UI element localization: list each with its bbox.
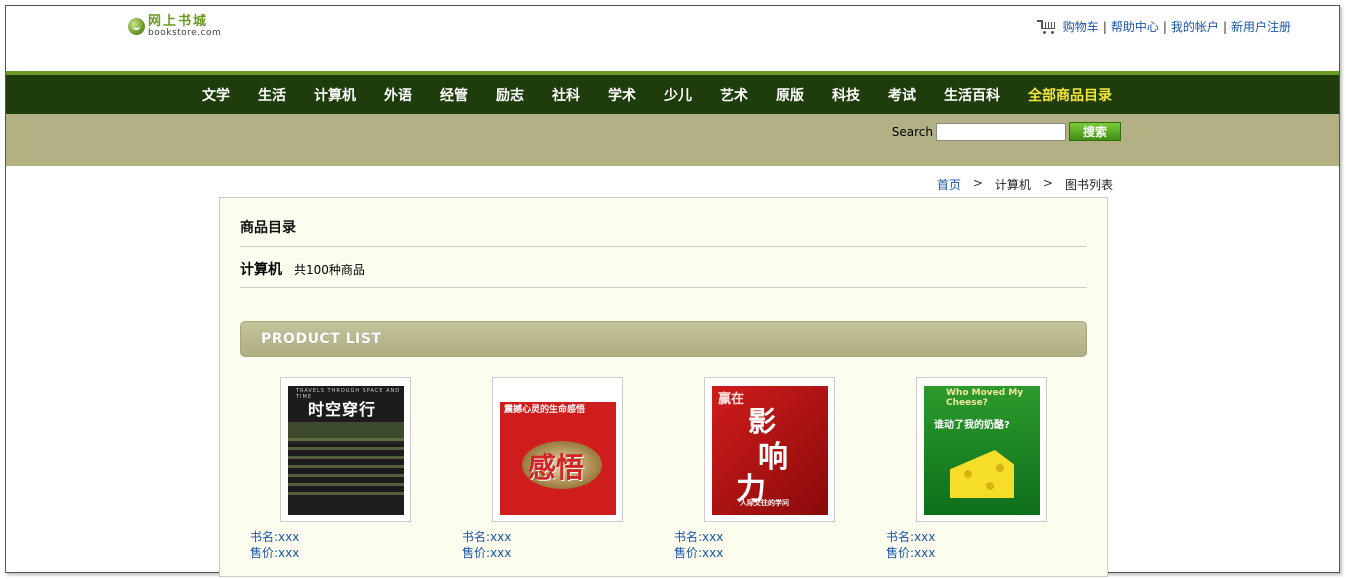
- product-thumbnail[interactable]: 震撼心灵的生命感悟 感悟: [492, 377, 623, 522]
- nav-item-academic[interactable]: 学术: [608, 85, 636, 105]
- product-price: 售价:xxx: [462, 546, 512, 560]
- product-thumbnail[interactable]: Who Moved My Cheese? 谁动了我的奶酪?: [916, 377, 1047, 522]
- nav-item-children[interactable]: 少儿: [664, 85, 692, 105]
- cart-link[interactable]: 购物车: [1063, 18, 1099, 35]
- search-strip: Search 搜索: [6, 114, 1339, 166]
- product-price: 售价:xxx: [250, 546, 300, 560]
- breadcrumb: 首页 > 计算机 > 图书列表: [937, 176, 1113, 193]
- logo-domain: bookstore.com: [148, 28, 222, 38]
- nav-item-original[interactable]: 原版: [776, 85, 804, 105]
- nav-item-business[interactable]: 经管: [440, 85, 468, 105]
- nav-item-literature[interactable]: 文学: [202, 85, 230, 105]
- search-button[interactable]: 搜索: [1069, 122, 1121, 141]
- nav-item-social-science[interactable]: 社科: [552, 85, 580, 105]
- breadcrumb-category: 计算机: [994, 178, 1031, 192]
- site-header: 网上书城 bookstore.com 购物车 | 帮助中心 | 我的帐户 | 新…: [6, 6, 1339, 71]
- book-cover-image: 赢在 影 响 力 人际交往的学问: [712, 386, 828, 515]
- product-name[interactable]: 书名:xxx: [886, 529, 935, 545]
- help-center-link[interactable]: 帮助中心: [1111, 18, 1159, 35]
- divider: [240, 287, 1087, 288]
- product-grid: TRAVELS THROUGH SPACE AND TIME 时空穿行 书名:x…: [220, 377, 1107, 577]
- product-info: 书名:xxx 售价:xxx: [674, 529, 723, 561]
- search-input[interactable]: [936, 122, 1066, 141]
- category-summary: 计算机 共100种商品: [240, 259, 365, 279]
- product-thumbnail[interactable]: TRAVELS THROUGH SPACE AND TIME 时空穿行: [280, 377, 411, 522]
- catalog-title: 商品目录: [240, 220, 296, 236]
- top-links: 购物车 | 帮助中心 | 我的帐户 | 新用户注册: [1036, 18, 1291, 35]
- search-label: Search: [891, 124, 933, 139]
- product-info: 书名:xxx 售价:xxx: [886, 529, 935, 561]
- product-price: 售价:xxx: [886, 546, 936, 560]
- logo-title: 网上书城: [148, 14, 209, 29]
- product-name[interactable]: 书名:xxx: [250, 529, 299, 545]
- product-thumbnail[interactable]: 赢在 影 响 力 人际交往的学问: [704, 377, 835, 522]
- nav-item-exams[interactable]: 考试: [888, 85, 916, 105]
- product-list-label: PRODUCT LIST: [261, 331, 382, 347]
- nav-item-art[interactable]: 艺术: [720, 85, 748, 105]
- category-nav: 文学 生活 计算机 外语 经管 励志 社科 学术 少儿 艺术 原版 科技 考试 …: [6, 75, 1339, 114]
- product-name[interactable]: 书名:xxx: [674, 529, 723, 545]
- breadcrumb-current: 图书列表: [1064, 178, 1113, 192]
- logo-icon: [128, 18, 145, 35]
- product-info: 书名:xxx 售价:xxx: [250, 529, 299, 561]
- breadcrumb-home-link[interactable]: 首页: [937, 176, 961, 193]
- nav-item-computer[interactable]: 计算机: [314, 85, 356, 105]
- product-price: 售价:xxx: [674, 546, 724, 560]
- category-name: 计算机: [240, 262, 282, 278]
- site-logo[interactable]: 网上书城 bookstore.com: [128, 15, 221, 38]
- breadcrumb-separator: >: [1042, 176, 1053, 190]
- breadcrumb-separator: >: [972, 176, 983, 190]
- book-cover-image: TRAVELS THROUGH SPACE AND TIME 时空穿行: [288, 386, 404, 515]
- book-cover-image: 震撼心灵的生命感悟 感悟: [500, 386, 616, 515]
- shopping-cart-icon[interactable]: [1036, 19, 1057, 35]
- my-account-link[interactable]: 我的帐户: [1171, 18, 1219, 35]
- product-info: 书名:xxx 售价:xxx: [462, 529, 511, 561]
- nav-item-life[interactable]: 生活: [258, 85, 286, 105]
- nav-item-technology[interactable]: 科技: [832, 85, 860, 105]
- nav-item-languages[interactable]: 外语: [384, 85, 412, 105]
- nav-item-inspiration[interactable]: 励志: [496, 85, 524, 105]
- divider: [240, 246, 1087, 247]
- nav-item-life-encyclopedia[interactable]: 生活百科: [944, 85, 1000, 105]
- nav-item-all-products[interactable]: 全部商品目录: [1028, 85, 1112, 105]
- catalog-panel: 商品目录 计算机 共100种商品 PRODUCT LIST TRAVELS TH…: [219, 197, 1108, 577]
- product-list-header: PRODUCT LIST: [240, 321, 1087, 357]
- book-cover-image: Who Moved My Cheese? 谁动了我的奶酪?: [924, 386, 1040, 515]
- register-link[interactable]: 新用户注册: [1231, 18, 1291, 35]
- product-name[interactable]: 书名:xxx: [462, 529, 511, 545]
- product-count: 共100种商品: [294, 263, 365, 277]
- search-form: Search 搜索: [892, 122, 1121, 141]
